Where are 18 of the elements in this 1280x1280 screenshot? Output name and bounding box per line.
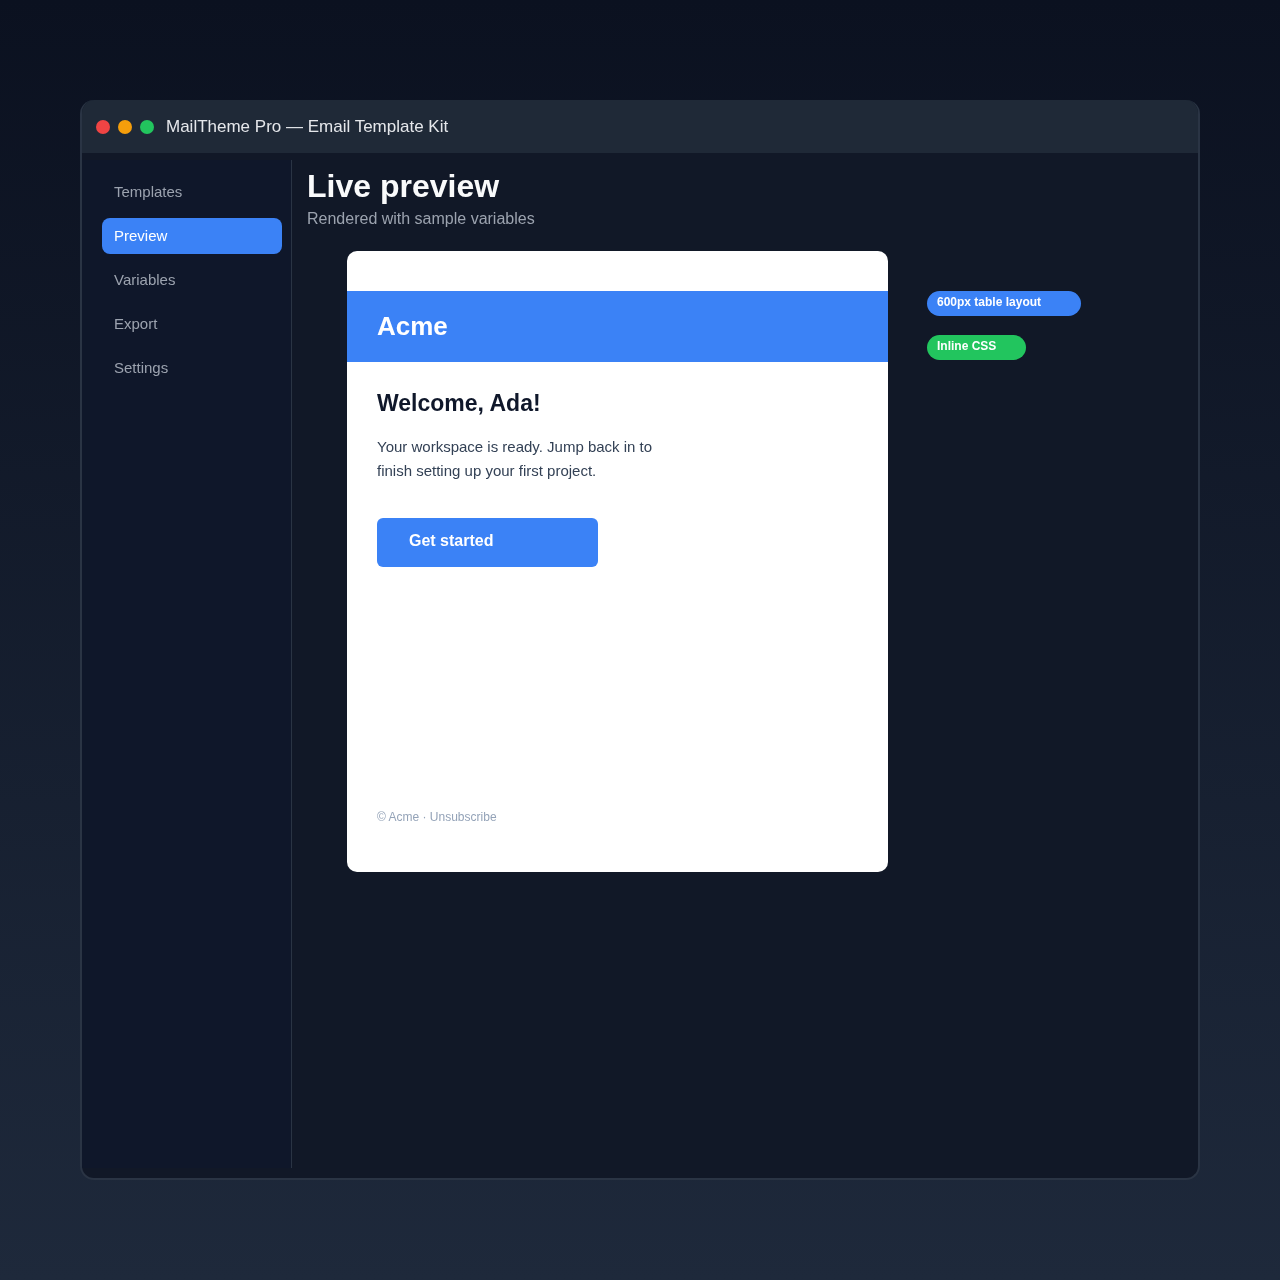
tag: Inline CSS bbox=[927, 335, 1027, 360]
sidebar-item[interactable]: Export bbox=[102, 306, 282, 342]
sidebar-item[interactable]: Settings bbox=[102, 350, 282, 386]
email-paragraph: Your workspace is ready. Jump back in to finish setting up your first project. bbox=[377, 437, 654, 481]
sidebar-item[interactable]: Templates bbox=[102, 174, 282, 210]
close-button[interactable] bbox=[96, 119, 110, 134]
sidebar-item[interactable]: Variables bbox=[102, 262, 282, 298]
tag: 600px table layout bbox=[927, 291, 1082, 316]
sidebar-item[interactable]: Preview bbox=[102, 218, 282, 254]
window-title: MailTheme Pro — Email Template Kit bbox=[166, 116, 449, 137]
email-heading: Welcome, Ada! bbox=[377, 390, 542, 417]
minimize-button[interactable] bbox=[118, 119, 132, 134]
get-started-button[interactable]: Get started bbox=[377, 518, 598, 567]
maximize-button[interactable] bbox=[140, 119, 154, 134]
page-subtitle: Rendered with sample variables bbox=[307, 210, 536, 228]
page-title: Live preview bbox=[307, 167, 501, 206]
brand-name: Acme bbox=[377, 311, 448, 342]
email-footer: © Acme · Unsubscribe bbox=[377, 810, 497, 824]
